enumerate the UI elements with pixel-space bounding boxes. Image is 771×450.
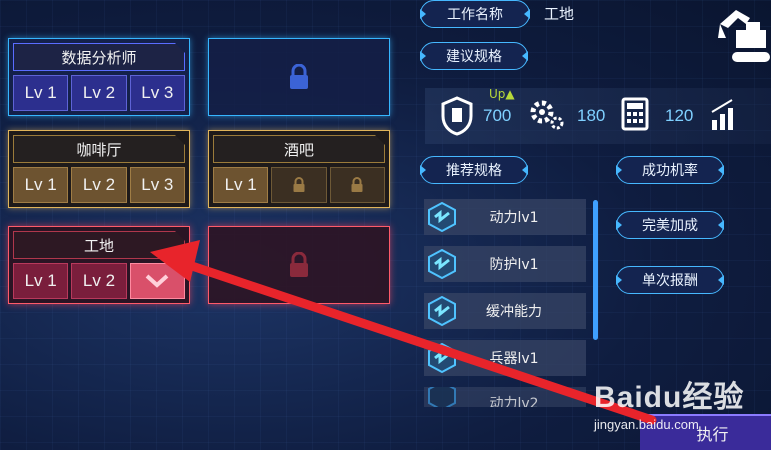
spec-label: 缓冲能力	[486, 304, 542, 320]
spec-item: 动力lv2	[424, 387, 586, 407]
job-name-label: 工作名称	[420, 0, 530, 28]
job-title: 咖啡厅	[13, 135, 185, 163]
locked-job-card[interactable]	[208, 38, 390, 116]
level-row: Lv 1 Lv 2 Lv 3	[13, 167, 185, 203]
level-button[interactable]: Lv 1	[13, 263, 69, 299]
level-button[interactable]: Lv 2	[71, 263, 127, 299]
shield-stat: 700	[483, 106, 512, 125]
suggested-spec-label: 建议规格	[420, 42, 528, 70]
lock-icon	[290, 64, 308, 89]
excavator-icon	[718, 10, 770, 62]
locked-job-card[interactable]	[208, 226, 390, 304]
calculator-stat: 120	[665, 106, 694, 125]
spec-item: 防护lv1	[424, 246, 586, 282]
level-button[interactable]: Lv 2	[71, 75, 127, 111]
level-button[interactable]: Lv 1	[13, 167, 69, 203]
scrollbar[interactable]	[593, 200, 598, 340]
job-title: 数据分析师	[13, 43, 185, 71]
perfect-bonus-button[interactable]: 完美加成	[616, 211, 724, 239]
bar-chart-icon	[711, 99, 733, 130]
lock-icon	[293, 177, 305, 192]
selected-level[interactable]	[129, 263, 185, 299]
calculator-icon	[621, 97, 649, 131]
job-name-value: 工地	[544, 5, 575, 23]
job-card-cafe[interactable]: 咖啡厅 Lv 1 Lv 2 Lv 3	[8, 130, 190, 208]
up-text: Up	[489, 87, 506, 101]
baidu-watermark: Baidu经验	[594, 372, 744, 416]
shield-icon	[441, 96, 473, 136]
spec-label: 动力lv2	[489, 396, 539, 407]
spec-label: 防护lv1	[489, 257, 539, 273]
spec-item: 动力lv1	[424, 199, 586, 235]
spec-emblem-icon	[426, 248, 458, 280]
level-row: Lv 1 Lv 2 Lv 3	[13, 75, 185, 111]
lock-icon	[290, 252, 308, 277]
chevron-down-icon	[145, 274, 169, 288]
level-row: Lv 1	[213, 167, 385, 203]
spec-item: 缓冲能力	[424, 293, 586, 329]
gear-stat: 180	[577, 106, 606, 125]
spec-label: 动力lv1	[489, 210, 539, 226]
spec-item: 兵器lv1	[424, 340, 586, 376]
level-button[interactable]: Lv 3	[129, 167, 185, 203]
lock-icon	[351, 177, 363, 192]
level-row: Lv 1 Lv 2	[13, 263, 185, 299]
success-rate-button[interactable]: 成功机率	[616, 156, 724, 184]
spec-emblem-icon	[426, 201, 458, 233]
single-reward-button[interactable]: 单次报酬	[616, 266, 724, 294]
spec-emblem-icon	[426, 295, 458, 327]
up-indicator: Up▲	[489, 87, 515, 101]
level-button[interactable]: Lv 2	[71, 167, 127, 203]
level-button[interactable]: Lv 1	[13, 75, 69, 111]
gear-icon	[530, 100, 564, 130]
locked-level	[271, 167, 327, 203]
job-card-bar[interactable]: 酒吧 Lv 1	[208, 130, 390, 208]
spec-emblem-icon	[426, 387, 458, 407]
watermark-brand: Baidu经验	[594, 381, 745, 414]
locked-level	[329, 167, 385, 203]
job-card-construction[interactable]: 工地 Lv 1 Lv 2	[8, 226, 190, 304]
execute-label: 执行	[696, 425, 729, 444]
job-card-data-analyst[interactable]: 数据分析师 Lv 1 Lv 2 Lv 3	[8, 38, 190, 116]
recommended-spec-label: 推荐规格	[420, 156, 528, 184]
up-arrow-icon: ▲	[505, 87, 515, 101]
spec-emblem-icon	[426, 342, 458, 374]
job-title: 酒吧	[213, 135, 385, 163]
level-button[interactable]: Lv 3	[129, 75, 185, 111]
spec-label: 兵器lv1	[489, 351, 539, 367]
level-button[interactable]: Lv 1	[213, 167, 269, 203]
watermark-url: jingyan.baidu.com	[594, 417, 699, 432]
job-title: 工地	[13, 231, 185, 259]
